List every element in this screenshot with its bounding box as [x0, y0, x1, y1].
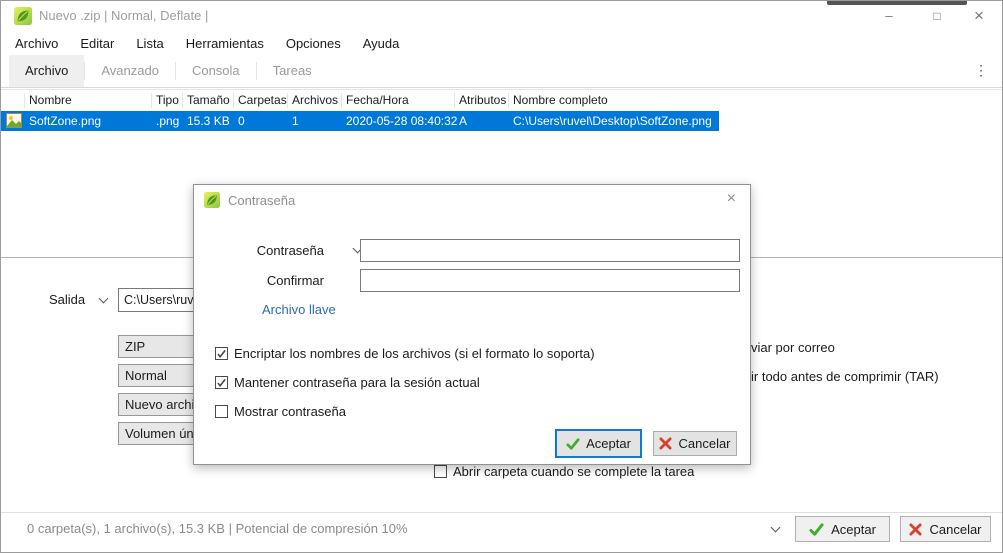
- cell-atributos: A: [459, 114, 468, 128]
- menu-item-herramientas[interactable]: Herramientas: [182, 34, 268, 53]
- menu-item-editar[interactable]: Editar: [76, 34, 118, 53]
- status-bar-divider: [1, 512, 1002, 513]
- menu-item-ayuda[interactable]: Ayuda: [359, 34, 404, 53]
- file-table-header: Nombre Tipo Tamaño Carpetas Archivos Fec…: [1, 89, 1002, 111]
- main-cancel-label: Cancelar: [929, 521, 982, 537]
- column-divider: [233, 93, 234, 108]
- column-header-fecha-hora[interactable]: Fecha/Hora: [346, 93, 409, 107]
- column-divider: [454, 93, 455, 108]
- bottom-chevron-down-icon[interactable]: [770, 522, 781, 533]
- dialog-close-icon[interactable]: ×: [723, 190, 740, 208]
- keep-password-checkbox[interactable]: [215, 376, 228, 389]
- password-dialog: Contraseña × Contraseña Confirmar Archiv…: [193, 184, 751, 465]
- tar-before-label-fragment: ir todo antes de comprimir (TAR): [751, 369, 939, 384]
- confirm-password-input[interactable]: [360, 269, 740, 292]
- dialog-accept-label: Aceptar: [586, 436, 631, 451]
- close-button[interactable]: ×: [961, 1, 997, 31]
- tab-strip: Archivo Avanzado Consola Tareas ⋮: [1, 55, 1002, 88]
- status-summary: 0 carpeta(s), 1 archivo(s), 15.3 KB | Po…: [27, 521, 408, 536]
- send-by-mail-label-fragment: viar por correo: [751, 340, 835, 355]
- column-divider: [151, 93, 152, 108]
- encrypt-names-checkbox-label: Encriptar los nombres de los archivos (s…: [234, 346, 595, 361]
- main-accept-label: Aceptar: [831, 521, 876, 537]
- menu-item-lista[interactable]: Lista: [132, 34, 167, 53]
- tab-tareas[interactable]: Tareas: [257, 55, 328, 87]
- red-x-icon: [659, 437, 673, 450]
- dialog-cancel-label: Cancelar: [678, 436, 731, 451]
- cell-archivos: 1: [292, 114, 299, 128]
- table-row-softzone[interactable]: SoftZone.png .png 15.3 KB 0 1 2020-05-28…: [1, 111, 719, 131]
- column-header-archivos[interactable]: Archivos: [292, 93, 338, 107]
- checkmark-icon: [217, 378, 226, 387]
- checkmark-icon: [217, 349, 226, 358]
- cell-carpetas: 0: [238, 114, 245, 128]
- tab-overflow-menu-icon[interactable]: ⋮: [970, 55, 992, 86]
- main-cancel-button[interactable]: Cancelar: [900, 516, 991, 542]
- cell-nombre-completo: C:\Users\ruvel\Desktop\SoftZone.png: [513, 114, 712, 128]
- minimize-button[interactable]: –: [871, 1, 907, 31]
- password-label: Contraseña: [256, 243, 324, 258]
- show-password-checkbox-label: Mostrar contraseña: [234, 404, 346, 419]
- column-divider: [508, 93, 509, 108]
- maximize-button[interactable]: □: [919, 1, 955, 31]
- salida-label: Salida: [49, 292, 86, 307]
- password-input[interactable]: [360, 239, 740, 262]
- confirm-label: Confirmar: [266, 273, 324, 288]
- tab-consola[interactable]: Consola: [176, 55, 256, 87]
- green-check-icon: [809, 522, 824, 536]
- column-divider: [182, 93, 183, 108]
- keep-password-checkbox-label: Mantener contraseña para la sesión actua…: [234, 375, 480, 390]
- dialog-cancel-button[interactable]: Cancelar: [653, 431, 737, 456]
- tab-archivo[interactable]: Archivo: [9, 55, 85, 87]
- menu-bar: Archivo Editar Lista Herramientas Opcion…: [1, 31, 1002, 55]
- show-password-checkbox[interactable]: [215, 405, 228, 418]
- green-check-icon: [566, 437, 580, 450]
- column-header-nombre[interactable]: Nombre: [29, 93, 72, 107]
- dialog-title: Contraseña: [228, 193, 296, 208]
- main-accept-button[interactable]: Aceptar: [795, 516, 890, 542]
- column-divider: [341, 93, 342, 108]
- cell-tamano: 15.3 KB: [187, 114, 230, 128]
- menu-item-archivo[interactable]: Archivo: [11, 34, 62, 53]
- window-title: Nuevo .zip | Normal, Deflate |: [39, 8, 209, 23]
- column-header-tipo[interactable]: Tipo: [156, 93, 179, 107]
- column-header-nombre-completo[interactable]: Nombre completo: [513, 93, 608, 107]
- column-header-tamano[interactable]: Tamaño: [187, 93, 230, 107]
- cell-tipo: .png: [156, 114, 180, 128]
- cell-fecha-hora: 2020-05-28 08:40:32: [346, 114, 458, 128]
- peazip-leaf-icon: [14, 7, 32, 25]
- cell-nombre: SoftZone.png: [29, 114, 102, 128]
- title-bar: Nuevo .zip | Normal, Deflate | – □ ×: [1, 1, 1002, 31]
- menu-item-opciones[interactable]: Opciones: [282, 34, 345, 53]
- image-file-icon: [6, 113, 22, 128]
- column-header-carpetas[interactable]: Carpetas: [238, 93, 287, 107]
- tab-avanzado[interactable]: Avanzado: [85, 55, 175, 87]
- column-divider: [287, 93, 288, 108]
- column-divider: [24, 93, 25, 108]
- red-x-icon: [909, 522, 923, 536]
- salida-chevron-down-icon[interactable]: [98, 293, 109, 304]
- encrypt-names-checkbox[interactable]: [215, 347, 228, 360]
- peazip-window: Nuevo .zip | Normal, Deflate | – □ × Arc…: [0, 0, 1003, 553]
- dialog-accept-button[interactable]: Aceptar: [555, 429, 642, 458]
- keyfile-link[interactable]: Archivo llave: [262, 302, 336, 317]
- open-folder-checkbox[interactable]: [434, 465, 447, 478]
- open-folder-checkbox-label: Abrir carpeta cuando se complete la tare…: [453, 464, 695, 479]
- column-header-atributos[interactable]: Atributos: [459, 93, 506, 107]
- peazip-leaf-icon: [204, 192, 220, 208]
